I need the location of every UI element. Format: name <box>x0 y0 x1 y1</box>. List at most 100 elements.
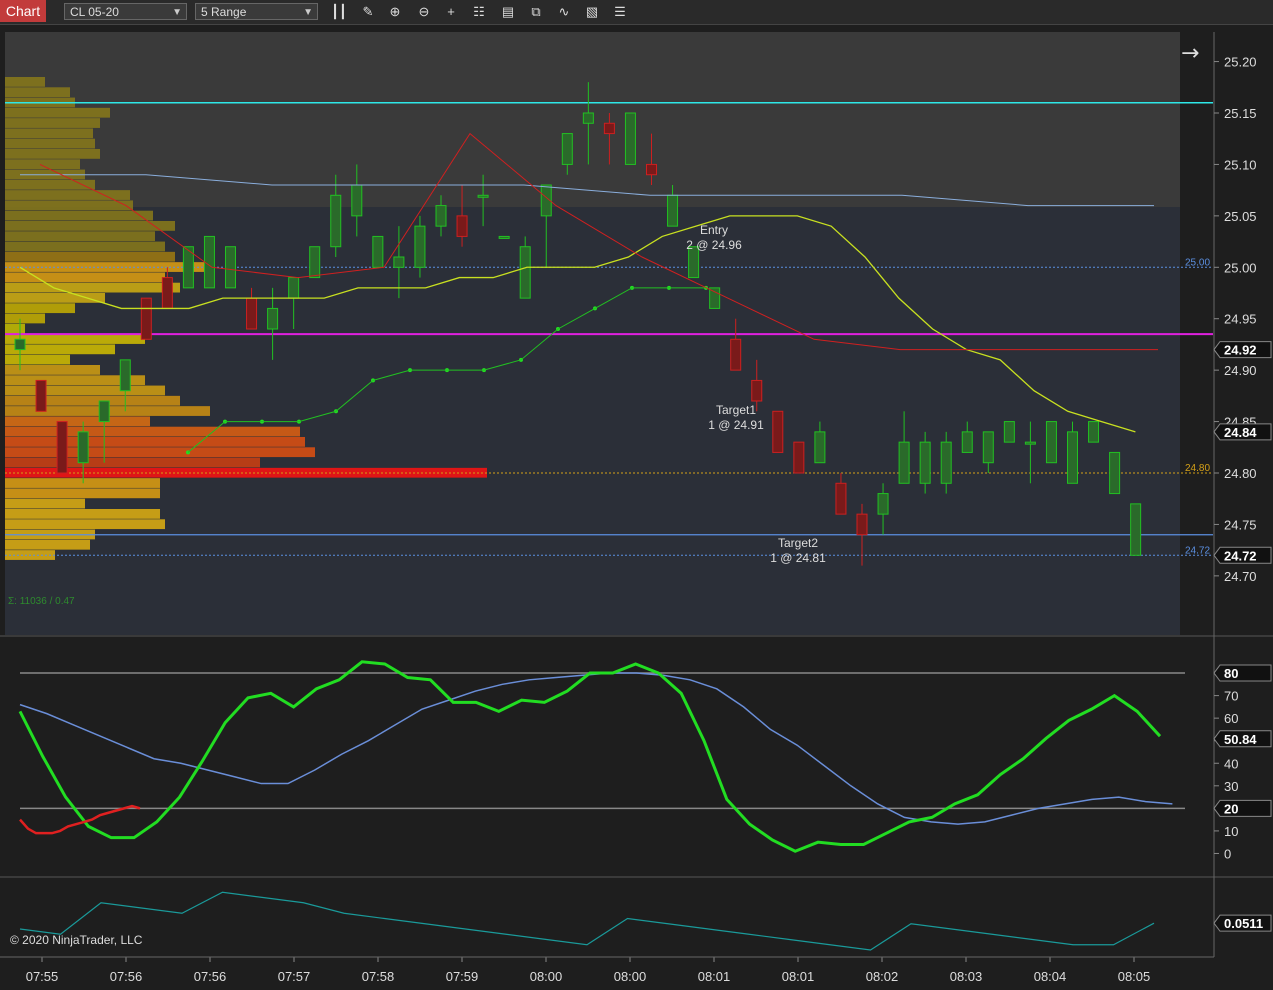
candle-body[interactable] <box>35 379 47 412</box>
price-tick-label: 25.20 <box>1224 55 1257 70</box>
candle-body[interactable] <box>456 215 468 237</box>
price-badge: 24.84 <box>1224 425 1257 440</box>
candle-body[interactable] <box>982 431 994 464</box>
status-text: Σ: 11036 / 0.47 <box>8 596 75 607</box>
chart-area[interactable]: Entry2 @ 24.96 Target11 @ 24.91 Target21 @… <box>0 25 1273 990</box>
strategies-icon[interactable]: ∿ <box>556 3 572 20</box>
candle-body[interactable] <box>203 235 215 289</box>
candle-body[interactable] <box>772 410 784 453</box>
candle-body[interactable] <box>1088 421 1100 443</box>
candle-body[interactable] <box>267 307 279 330</box>
instrument-selector[interactable]: CL 05-20 ▼ <box>64 3 187 20</box>
stoch-tick-label: 70 <box>1224 689 1238 704</box>
candle-body[interactable] <box>561 133 573 165</box>
candle-body[interactable] <box>14 338 26 351</box>
candle-body[interactable] <box>330 194 342 248</box>
scroll-right-icon[interactable]: → <box>1181 41 1199 66</box>
annotation-title: Target1 <box>716 403 756 417</box>
price-tick-label: 24.80 <box>1224 466 1257 481</box>
candle-body[interactable] <box>1130 503 1142 556</box>
candle-body[interactable] <box>477 194 489 198</box>
volume-profile-bar <box>5 509 160 519</box>
candle-body[interactable] <box>161 277 173 309</box>
candle-body[interactable] <box>414 225 426 268</box>
indicators-icon[interactable]: ⧉ <box>528 3 544 20</box>
zoom-out-icon[interactable]: ⊖ <box>416 3 432 20</box>
candle-body[interactable] <box>246 297 258 330</box>
volume-profile-bar <box>5 138 95 149</box>
price-badge: 24.72 <box>1224 548 1257 563</box>
interval-selector[interactable]: 5 Range ▼ <box>195 3 318 20</box>
candle-body[interactable] <box>225 246 236 289</box>
candle-body[interactable] <box>667 194 679 227</box>
pencil-icon[interactable]: ✎ <box>360 3 376 20</box>
price-tick-label: 24.95 <box>1224 312 1257 327</box>
candle-body[interactable] <box>646 163 657 176</box>
candle-body[interactable] <box>140 297 152 340</box>
volume-profile-bar <box>5 149 100 159</box>
candle-body[interactable] <box>1024 441 1036 445</box>
price-tick-label: 25.00 <box>1224 260 1257 275</box>
candle-body[interactable] <box>603 122 615 135</box>
candle-body[interactable] <box>814 431 826 464</box>
candle-body[interactable] <box>309 246 321 279</box>
candle-body[interactable] <box>940 441 952 484</box>
volume-profile-bar <box>5 354 70 365</box>
candle-body[interactable] <box>119 359 131 392</box>
candle-body[interactable] <box>877 493 889 515</box>
candle-body[interactable] <box>835 482 847 515</box>
candle-body[interactable] <box>1003 421 1015 443</box>
volume-profile-bar <box>5 118 100 128</box>
candle-body[interactable] <box>856 513 868 536</box>
candle-body[interactable] <box>1067 431 1078 484</box>
time-tick-label: 08:02 <box>866 969 899 984</box>
volume-profile-bar <box>5 426 300 437</box>
time-tick-label: 08:01 <box>698 969 731 984</box>
volume-profile-bar <box>5 293 105 303</box>
time-tick-label: 08:00 <box>530 969 563 984</box>
time-tick-label: 07:56 <box>110 969 143 984</box>
candle-body[interactable] <box>961 431 973 453</box>
candle-body[interactable] <box>793 441 805 474</box>
volume-profile-bar <box>5 313 45 324</box>
volume-profile-bar <box>5 128 93 139</box>
chart-tab[interactable]: Chart <box>0 0 46 22</box>
candle-body[interactable] <box>435 205 447 227</box>
annotation-detail: 1 @ 24.91 <box>708 418 764 432</box>
volume-profile-bar <box>5 303 75 314</box>
volume-profile-bar <box>5 457 260 468</box>
price-tick-label: 25.05 <box>1224 209 1257 224</box>
price-badge: 24.92 <box>1224 343 1257 358</box>
candle-body[interactable] <box>393 256 405 268</box>
properties-doc-icon[interactable]: ▧ <box>584 3 600 20</box>
candle-body[interactable] <box>288 277 300 299</box>
stoch-badge: 20 <box>1224 801 1238 816</box>
price-inline-label: 25.00 <box>1185 257 1210 268</box>
menu-icon[interactable]: ☰ <box>612 3 628 20</box>
candle-body[interactable] <box>1109 451 1121 495</box>
candle-body[interactable] <box>919 441 931 484</box>
volume-profile-bar <box>5 323 25 334</box>
candle-body[interactable] <box>751 379 763 402</box>
candle-body[interactable] <box>98 400 110 423</box>
price-inline-label: 24.80 <box>1185 463 1210 474</box>
candle-body[interactable] <box>582 112 594 124</box>
candle-body[interactable] <box>372 235 384 268</box>
candle-body[interactable] <box>1045 421 1057 464</box>
candle-body[interactable] <box>56 421 68 474</box>
data-box-icon[interactable]: ▤ <box>500 3 516 20</box>
properties-icon[interactable]: ☷ <box>471 3 487 20</box>
volume-profile-bar <box>5 107 110 118</box>
zoom-in-icon[interactable]: ⊕ <box>387 3 403 20</box>
bars-icon[interactable]: ┃┃ <box>331 3 347 20</box>
candle-body[interactable] <box>351 184 363 217</box>
candle-body[interactable] <box>77 431 89 464</box>
candle-body[interactable] <box>498 235 510 239</box>
candle-body[interactable] <box>624 112 636 165</box>
candle-body[interactable] <box>730 338 742 371</box>
volume-profile-bar <box>5 488 160 499</box>
candle-body[interactable] <box>709 287 721 309</box>
candle-body[interactable] <box>519 246 531 299</box>
crosshair-icon[interactable]: + <box>443 3 459 20</box>
candle-body[interactable] <box>898 441 910 484</box>
